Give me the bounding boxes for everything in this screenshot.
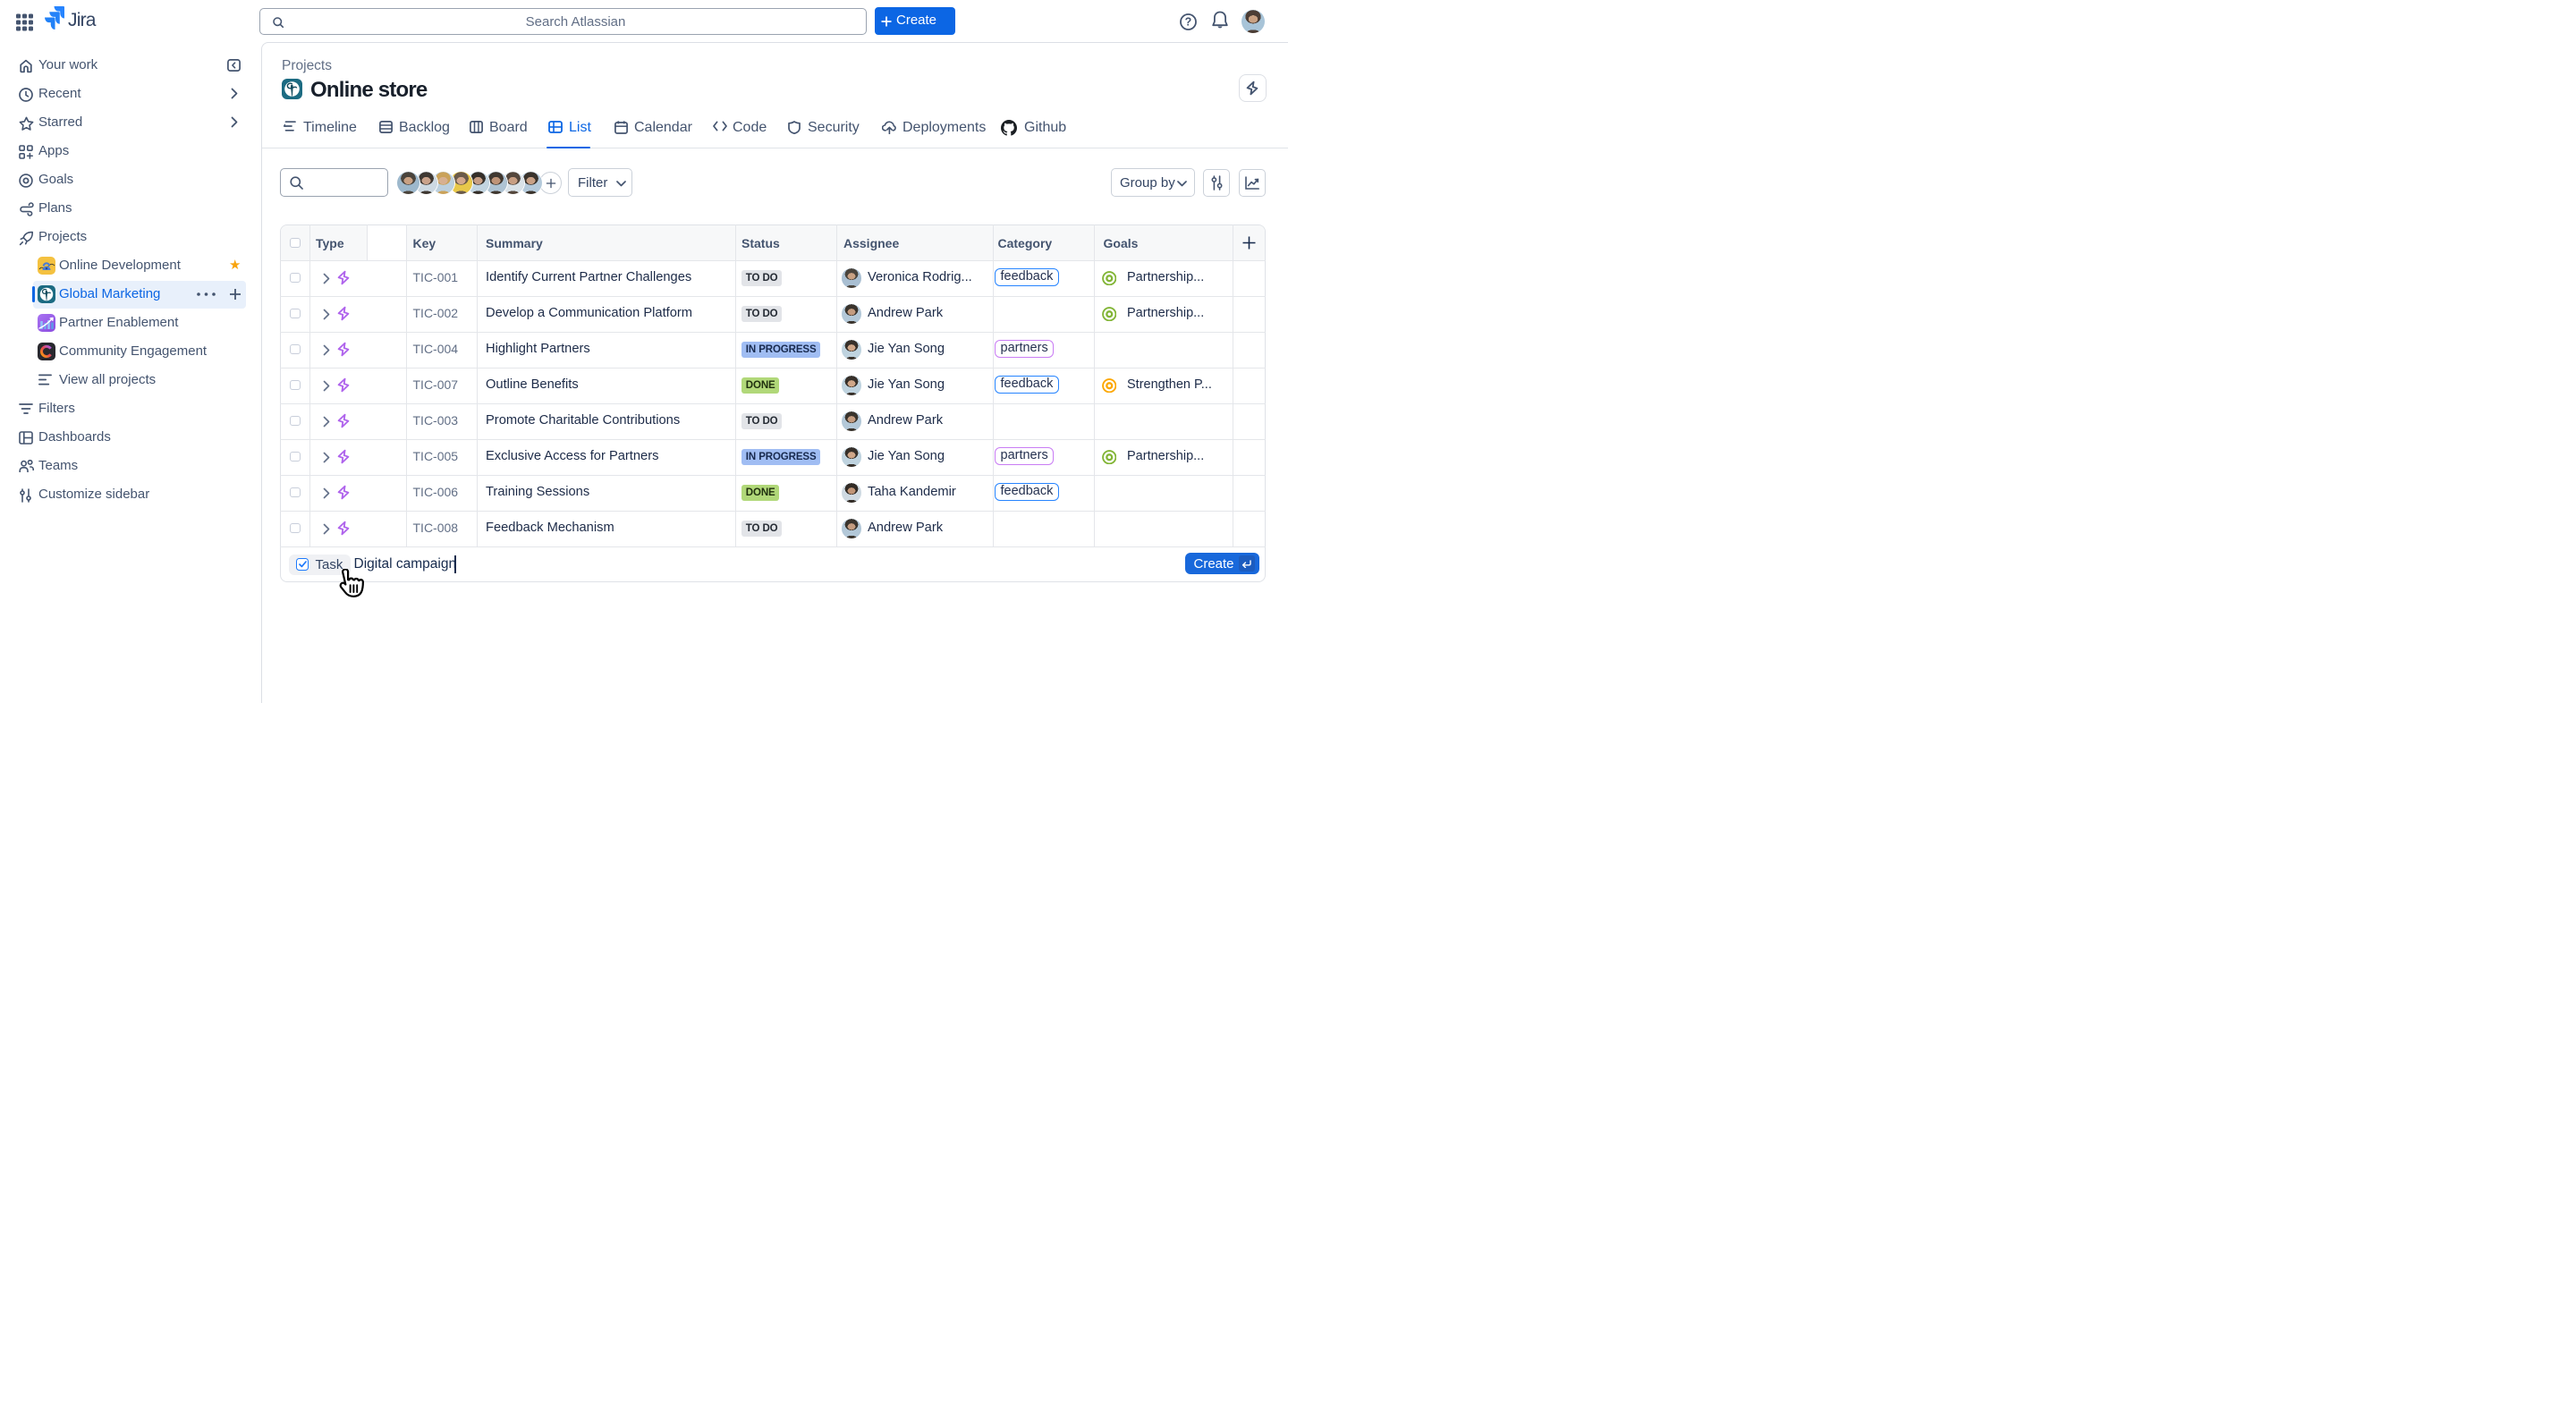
svg-text:?: ? [1185,16,1192,29]
